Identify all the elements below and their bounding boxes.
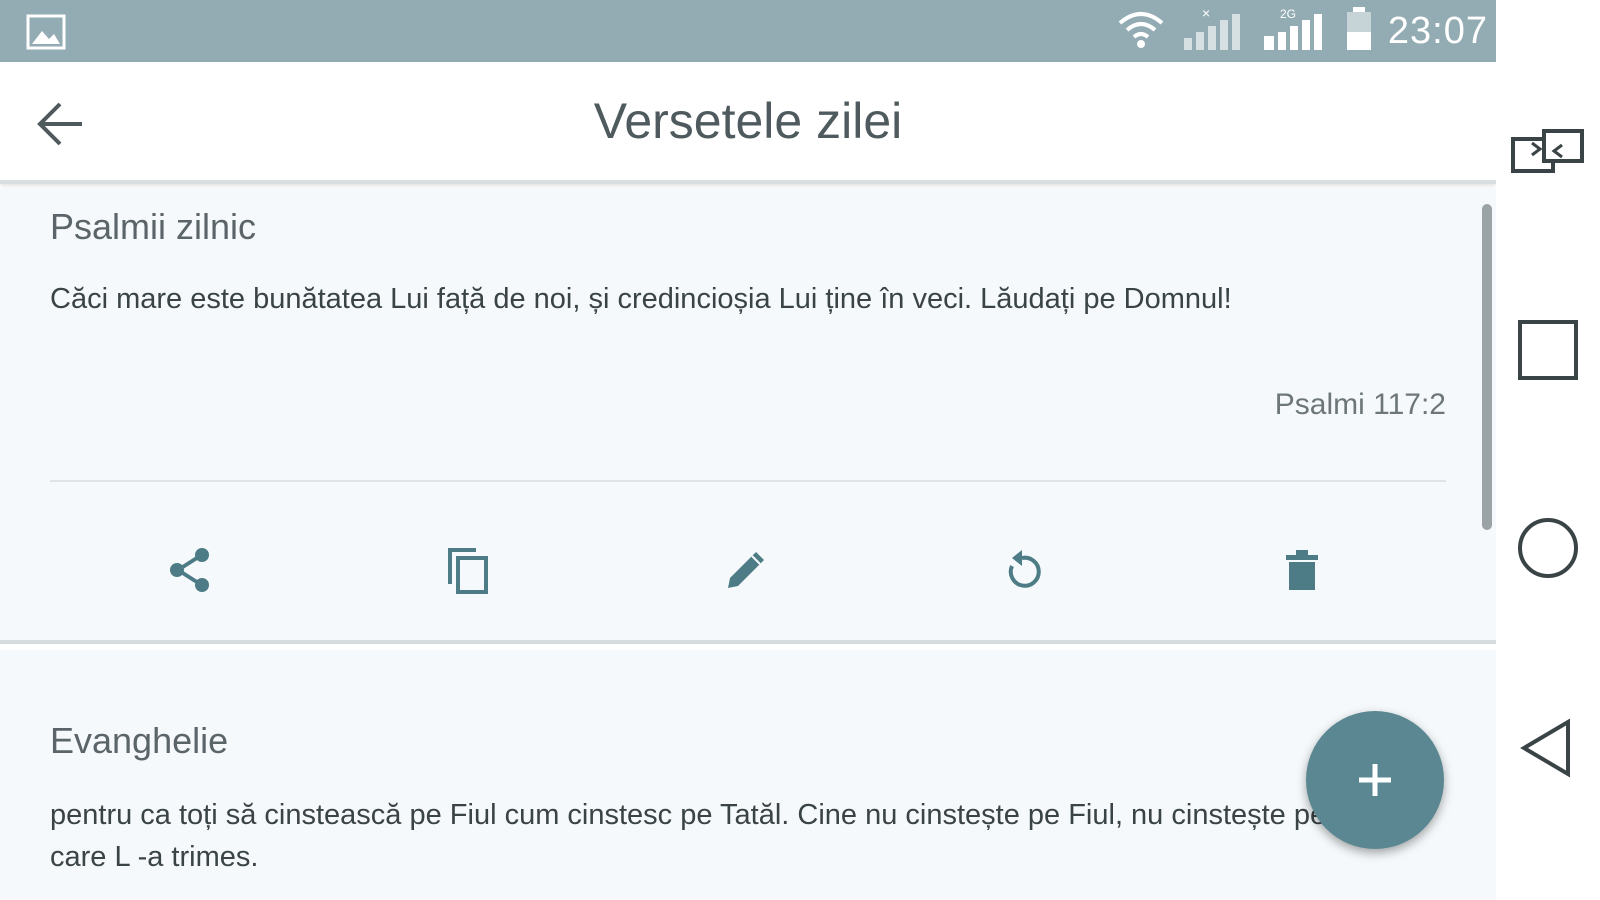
verse-card-gospel: Evanghelie pentru ca toți să cinstească … [0,650,1496,900]
wifi-icon [1116,7,1166,56]
app-bar: Versetele zilei [0,62,1496,184]
edit-icon [728,552,764,588]
home-icon [1518,518,1578,578]
card-title: Psalmii zilnic [50,206,257,247]
edit-button[interactable] [716,540,776,600]
verse-actions [0,540,1496,600]
delete-button[interactable] [1272,540,1332,600]
status-bar: × 2G 23:07 [0,0,1496,62]
home-button[interactable] [1496,508,1600,588]
copy-button[interactable] [438,540,498,600]
nav-back-button[interactable] [1496,708,1600,788]
verse-reference: Psalmi 117:2 [1274,388,1446,421]
app-screen: × 2G 23:07 Versetele zilei Psalmii zilni… [0,0,1496,900]
svg-text:2G: 2G [1280,7,1296,21]
add-icon [1359,764,1391,796]
image-icon [26,14,66,50]
signal-icon: × [1180,5,1246,57]
svg-text:×: × [1202,6,1210,21]
recents-icon [1518,320,1578,380]
share-icon [170,548,209,592]
delete-icon [1286,550,1318,590]
card-title: Evanghelie [50,720,229,761]
share-button[interactable] [160,540,220,600]
status-indicators: × 2G 23:07 [1116,0,1488,62]
screen-switch-button[interactable] [1496,112,1600,192]
refresh-icon [1008,550,1041,588]
back-triangle-icon [1520,718,1570,778]
verse-text[interactable]: pentru ca toți să cinstească pe Fiul cum… [50,794,1410,878]
page-title: Versetele zilei [593,93,903,149]
add-button[interactable] [1306,711,1444,849]
copy-icon [448,548,488,594]
screen-switch-icon [1511,129,1584,173]
divider [50,480,1446,482]
recents-button[interactable] [1496,310,1600,390]
verse-text[interactable]: Căci mare este bunătatea Lui față de noi… [50,278,1410,320]
scrollbar[interactable] [1482,204,1492,530]
clock: 23:07 [1387,9,1488,52]
refresh-button[interactable] [994,540,1054,600]
signal-2g-icon: 2G [1260,6,1330,57]
system-nav-bar [1496,0,1600,900]
battery-icon [1344,6,1374,57]
